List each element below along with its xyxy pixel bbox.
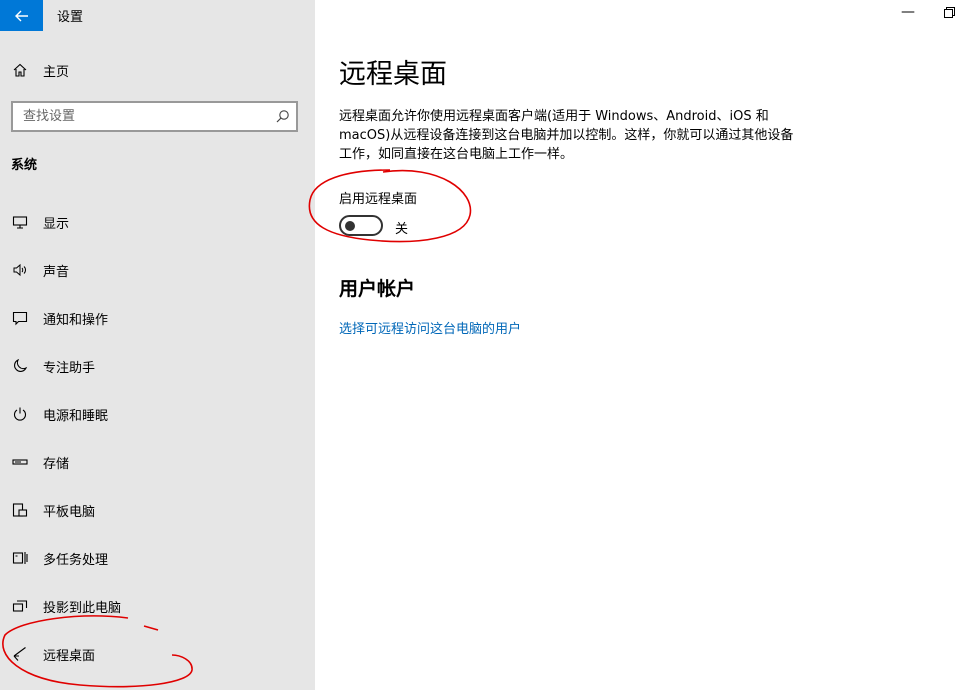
sidebar-item-focus-assist[interactable]: 专注助手 <box>0 346 315 386</box>
storage-icon <box>11 453 29 471</box>
main-panel: — 远程桌面 远程桌面允许你使用远程桌面客户端(适用于 Windows、Andr… <box>315 0 956 690</box>
toggle-knob <box>345 221 355 231</box>
speaker-icon <box>11 261 29 279</box>
multitask-icon <box>11 549 29 567</box>
sidebar-item-tablet[interactable]: 平板电脑 <box>0 490 315 530</box>
sidebar: 设置 主页 系统 显示 声音 通知和操作 专注助 <box>0 0 315 690</box>
sidebar-item-power-sleep[interactable]: 电源和睡眠 <box>0 394 315 434</box>
sidebar-item-label: 远程桌面 <box>43 648 96 664</box>
sidebar-item-project-to-pc[interactable]: 投影到此电脑 <box>0 586 315 626</box>
sidebar-item-label: 投影到此电脑 <box>43 600 122 616</box>
moon-icon <box>11 357 29 375</box>
sidebar-item-label: 电源和睡眠 <box>43 408 109 424</box>
search-input[interactable] <box>13 103 263 130</box>
sidebar-item-notifications[interactable]: 通知和操作 <box>0 298 315 338</box>
remote-desktop-toggle[interactable] <box>339 215 383 236</box>
sidebar-item-label: 显示 <box>43 216 70 232</box>
search-box[interactable] <box>11 101 298 132</box>
section-heading: 系统 <box>11 158 38 173</box>
minimize-button[interactable]: — <box>900 4 916 20</box>
sidebar-item-multitasking[interactable]: 多任务处理 <box>0 538 315 578</box>
search-icon[interactable] <box>275 109 290 124</box>
tablet-icon <box>11 501 29 519</box>
sidebar-item-home[interactable]: 主页 <box>0 52 315 88</box>
monitor-icon <box>11 213 29 231</box>
toggle-state-label: 关 <box>395 222 409 237</box>
sidebar-item-label: 声音 <box>43 264 70 280</box>
user-accounts-heading: 用户帐户 <box>339 278 416 300</box>
power-icon <box>11 405 29 423</box>
toggle-label: 启用远程桌面 <box>339 192 418 207</box>
sidebar-item-label: 专注助手 <box>43 360 96 376</box>
notification-icon <box>11 309 29 327</box>
select-users-link[interactable]: 选择可远程访问这台电脑的用户 <box>339 318 521 337</box>
app-title: 设置 <box>57 10 84 25</box>
page-title: 远程桌面 <box>339 59 447 90</box>
home-icon <box>11 61 29 79</box>
sidebar-item-display[interactable]: 显示 <box>0 202 315 242</box>
sidebar-item-label: 主页 <box>43 64 70 80</box>
back-button[interactable] <box>0 0 43 31</box>
maximize-button[interactable] <box>942 4 956 20</box>
project-icon <box>11 597 29 615</box>
sidebar-item-remote-desktop[interactable]: 远程桌面 <box>0 634 315 674</box>
sidebar-item-label: 通知和操作 <box>43 312 109 328</box>
sidebar-item-label: 平板电脑 <box>43 504 96 520</box>
sidebar-item-storage[interactable]: 存储 <box>0 442 315 482</box>
sidebar-item-label: 多任务处理 <box>43 552 109 568</box>
restore-icon <box>943 6 955 18</box>
sidebar-item-label: 存储 <box>43 456 70 472</box>
page-description: 远程桌面允许你使用远程桌面客户端(适用于 Windows、Android、iOS… <box>339 109 794 162</box>
remote-desktop-icon <box>11 645 29 663</box>
arrow-left-icon <box>14 10 28 21</box>
sidebar-item-sound[interactable]: 声音 <box>0 250 315 290</box>
